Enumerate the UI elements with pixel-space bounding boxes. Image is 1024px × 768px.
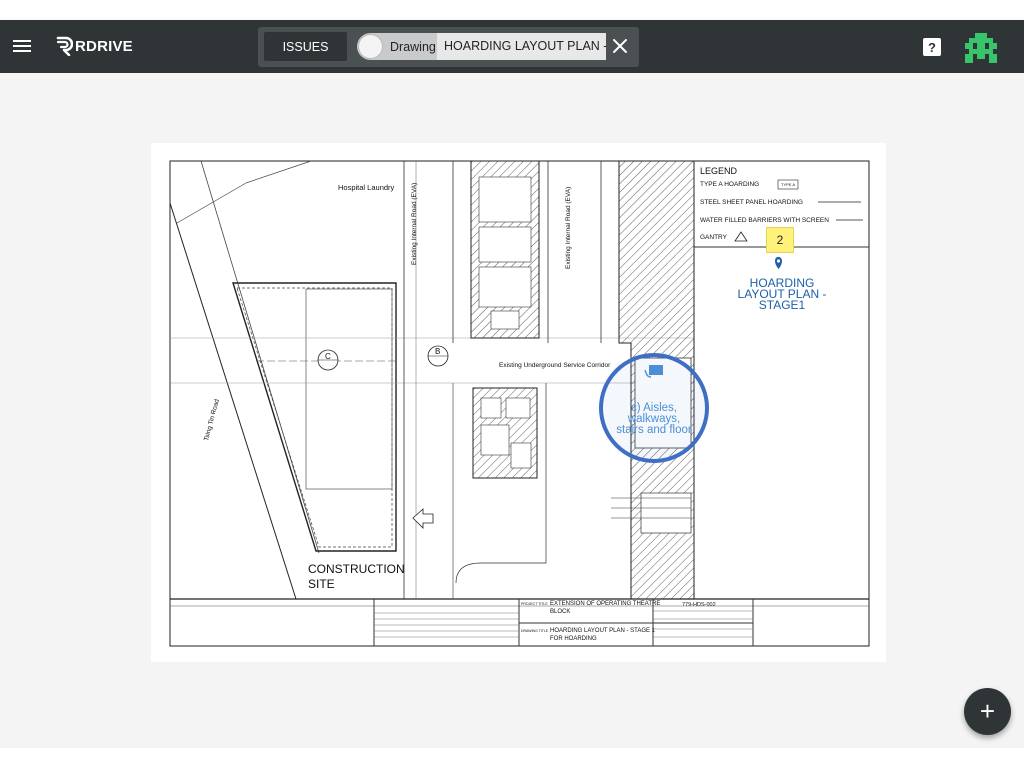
bottom-strip xyxy=(0,748,1024,768)
title-block-project-title: EXTENSION OF OPERATING THEATRE xyxy=(550,601,661,607)
top-app-bar: RDRIVE ISSUES Drawing HOARDING LAYOUT PL… xyxy=(0,20,1024,73)
drawing-sheet[interactable]: Hospital Laundry Existing Internal Road … xyxy=(151,143,886,662)
marker-c: C xyxy=(325,352,331,361)
title-block-drawing-title: HOARDING LAYOUT PLAN - STAGE 1 xyxy=(550,628,656,634)
label-construction-site-line-1: CONSTRUCTION xyxy=(308,562,405,576)
document-tab-group: ISSUES Drawing HOARDING LAYOUT PLAN - ST… xyxy=(258,27,639,67)
add-issue-button[interactable]: + xyxy=(964,688,1011,735)
title-block-drawing-no: 779-HDS-002 xyxy=(682,602,716,608)
pin-title[interactable]: HOARDING LAYOUT PLAN - STAGE1 xyxy=(727,277,837,312)
brand-name: RDRIVE xyxy=(75,37,133,55)
issues-tab[interactable]: ISSUES xyxy=(264,32,347,61)
issue-label-line-3: stairs and floor xyxy=(616,424,692,436)
title-block-project-label: PROJECT TITLE xyxy=(521,602,548,606)
drawing-chip-label: Drawing xyxy=(390,39,436,54)
label-internal-road-west: Existing Internal Road (EVA) xyxy=(411,182,418,265)
pin-title-line-3: STAGE1 xyxy=(758,298,806,312)
status-strip xyxy=(0,0,1024,20)
drawing-chip[interactable]: Drawing xyxy=(357,33,437,60)
legend-item-type-a: TYPE A HOARDING xyxy=(700,181,760,188)
issue-pin-count[interactable]: 2 xyxy=(766,227,794,253)
title-block-drawing-label: DRAWING TITLE xyxy=(521,629,549,633)
legend-title: LEGEND xyxy=(700,166,738,176)
marker-b: B xyxy=(435,347,441,356)
drawing-canvas[interactable]: Hospital Laundry Existing Internal Road … xyxy=(0,73,1024,748)
avatar[interactable] xyxy=(965,33,997,63)
title-block-drawing-title-2: FOR HOARDING xyxy=(550,636,597,642)
legend-item-steel-sheet: STEEL SHEET PANEL HOARDING xyxy=(700,199,803,206)
legend-item-water-barriers: WATER FILLED BARRIERS WITH SCREEN xyxy=(700,217,829,224)
document-title[interactable]: HOARDING LAYOUT PLAN - STAGE1 xyxy=(437,33,606,60)
help-icon[interactable]: ? xyxy=(923,38,941,56)
legend-type-a-box: TYPE A xyxy=(781,182,796,187)
label-internal-road-east: Existing Internal Road (EVA) xyxy=(565,186,572,269)
label-construction-site-line-2: SITE xyxy=(308,577,335,591)
issue-marker-label[interactable]: c) Aisles, walkways, stairs and floor xyxy=(604,402,704,436)
brand-mark-icon xyxy=(56,36,73,56)
title-block-project-title-2: BLOCK xyxy=(550,609,571,615)
legend-item-gantry: GANTRY xyxy=(700,234,727,241)
drawing-thumbnail xyxy=(358,34,383,59)
label-underground-corridor: Existing Underground Service Corridor xyxy=(499,362,611,369)
label-hospital-laundry: Hospital Laundry xyxy=(338,183,395,192)
close-icon[interactable] xyxy=(611,37,629,55)
brand-logo[interactable]: RDRIVE xyxy=(55,35,133,57)
menu-icon[interactable] xyxy=(13,37,33,55)
